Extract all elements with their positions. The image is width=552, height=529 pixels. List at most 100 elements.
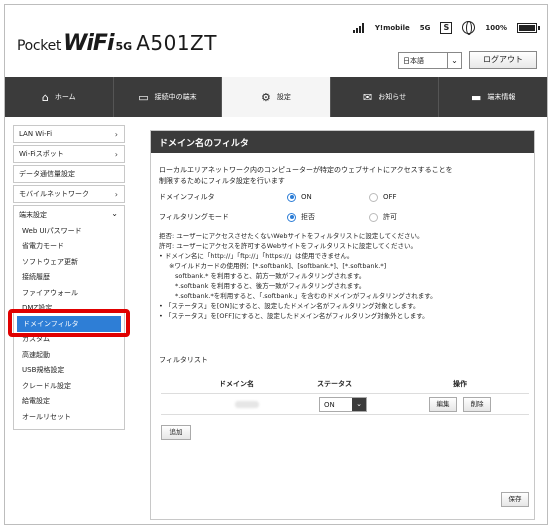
filter-list-label: フィルタリスト	[159, 356, 208, 364]
note-line: *.softbank を利用すると、後方一致がフィルタリングされます。	[175, 282, 366, 290]
battery-level: 100%	[485, 23, 507, 32]
header: Pocket WiFi 5G A501ZT Y!mobile 5G S 100%…	[5, 5, 547, 77]
sidebar-item-label: LAN Wi-Fi	[19, 130, 53, 138]
chevron-down-icon: ⌄	[111, 209, 118, 218]
sidebar-item-label: データ通信量設定	[19, 170, 75, 178]
gear-icon: ⚙	[261, 90, 271, 104]
sidebar-subitem[interactable]: Web UIパスワード	[14, 223, 124, 239]
network-type: 5G	[419, 23, 431, 32]
tab-home-label: ホーム	[54, 93, 76, 101]
note-line: • 「ステータス」を[OFF]にすると、設定したドメイン名がフィルタリング対象外…	[159, 312, 429, 320]
tab-devices[interactable]: ▭ 接続中の端末	[114, 77, 223, 117]
status-value: ON	[324, 400, 335, 409]
brand-5g: 5G	[115, 40, 133, 53]
sidebar-item-data-usage[interactable]: データ通信量設定	[13, 165, 125, 183]
col-domain: ドメイン名	[219, 380, 254, 388]
note-line: softbank.* を利用すると、前方一致がフィルタリングされます。	[175, 272, 366, 280]
domain-filter-on-radio[interactable]: ON	[287, 192, 369, 202]
tab-device-info-label: 端末情報	[487, 93, 516, 101]
radio-selected-icon	[287, 212, 296, 222]
tab-notices-label: お知らせ	[378, 93, 407, 101]
sidebar-subitem[interactable]: 高速起動	[14, 347, 124, 363]
chevron-right-icon: ›	[114, 130, 118, 139]
device-info-icon: ▬	[470, 90, 482, 104]
sidebar-subitem[interactable]: クレードル設定	[14, 378, 124, 394]
model-name: A501ZT	[136, 31, 217, 55]
chevron-down-icon: ⌄	[352, 398, 366, 411]
filter-table-header: ドメイン名 ステータス 操作	[151, 379, 536, 391]
page-title: ドメイン名のフィルタ	[151, 131, 534, 153]
domain-filter-off-radio[interactable]: OFF	[369, 192, 451, 202]
brand-pocket: Pocket	[17, 38, 62, 54]
main-nav: ⌂ ホーム ▭ 接続中の端末 ⚙ 設定 ✉ お知らせ ▬ 端末情報	[5, 77, 547, 117]
tab-notices[interactable]: ✉ お知らせ	[331, 77, 440, 117]
status-select[interactable]: ON ⌄	[319, 397, 367, 412]
sidebar-item-wifi-spot[interactable]: Wi-Fiスポット ›	[13, 145, 125, 163]
sidebar-item-label: モバイルネットワーク	[19, 190, 89, 198]
globe-icon	[462, 21, 476, 35]
mode-deny-radio[interactable]: 拒否	[287, 212, 369, 222]
note-line: • ドメイン名に「http://」「ftp://」「https://」は使用でき…	[159, 252, 354, 260]
description-line: ローカルエリアネットワーク内のコンピューターが特定のウェブサイトにアクセスするこ…	[159, 166, 453, 174]
col-operation: 操作	[453, 380, 467, 388]
language-value: 日本語	[403, 56, 424, 65]
mode-allow-radio[interactable]: 許可	[369, 212, 451, 222]
sidebar-group-header[interactable]: 端末設定 ⌄	[14, 206, 124, 223]
sidebar-subitem[interactable]: USB規格設定	[14, 363, 124, 379]
chevron-right-icon: ›	[114, 150, 118, 159]
radio-label: 許可	[383, 213, 397, 221]
radio-selected-icon	[287, 192, 296, 202]
note-line: 拒否: ユーザーにアクセスさせたくないWebサイトをフィルタリストに設定してくだ…	[159, 232, 424, 240]
tab-devices-label: 接続中の端末	[154, 93, 197, 101]
tab-device-info[interactable]: ▬ 端末情報	[439, 77, 547, 117]
devices-icon: ▭	[138, 90, 149, 104]
radio-unselected-icon	[369, 192, 378, 202]
chevron-right-icon: ›	[114, 190, 118, 199]
note-line: • 「ステータス」を[ON]にすると、設定したドメイン名がフィルタリング対象とし…	[159, 302, 420, 310]
note-line: ※ワイルドカードの使用例：[*.softbank]、[softbank.*]、[…	[169, 262, 387, 270]
home-icon: ⌂	[41, 90, 49, 104]
chevron-down-icon: ⌄	[447, 53, 461, 68]
main-panel: ドメイン名のフィルタ ローカルエリアネットワーク内のコンピューターが特定のウェブ…	[150, 130, 535, 520]
edit-button[interactable]: 編集	[429, 397, 457, 412]
radio-unselected-icon	[369, 212, 378, 222]
app-window: Pocket WiFi 5G A501ZT Y!mobile 5G S 100%…	[4, 4, 548, 525]
sidebar-subitem[interactable]: ファイアウォール	[14, 285, 124, 301]
sidebar-item-mobile-network[interactable]: モバイルネットワーク ›	[13, 185, 125, 203]
carrier-name: Y!mobile	[374, 23, 410, 32]
note-line: 許可: ユーザーにアクセスを許可するWebサイトをフィルタリストに設定してくださ…	[159, 242, 417, 250]
tab-home[interactable]: ⌂ ホーム	[5, 77, 114, 117]
sidebar-item-lan-wifi[interactable]: LAN Wi-Fi ›	[13, 125, 125, 143]
filter-notes: 拒否: ユーザーにアクセスさせたくないWebサイトをフィルタリストに設定してくだ…	[151, 225, 534, 321]
note-line: *.softbank.*を利用すると、「.softbank.」を含むのドメインが…	[175, 292, 437, 300]
status-bar: Y!mobile 5G S 100%	[352, 21, 540, 35]
battery-icon	[517, 22, 540, 33]
sidebar-subitem[interactable]: 接続履歴	[14, 270, 124, 286]
language-select[interactable]: 日本語 ⌄	[398, 52, 462, 69]
description-line: 制限するためにフィルタ設定を行います	[159, 177, 285, 185]
sidebar-subitem[interactable]: オールリセット	[14, 409, 124, 425]
tab-settings-label: 設定	[276, 93, 291, 101]
sidebar: LAN Wi-Fi › Wi-Fiスポット › データ通信量設定 モバイルネット…	[13, 125, 125, 430]
page-description: ローカルエリアネットワーク内のコンピューターが特定のウェブサイトにアクセスするこ…	[151, 153, 534, 187]
sidebar-subitem[interactable]: 省電力モード	[14, 239, 124, 255]
tab-settings[interactable]: ⚙ 設定	[222, 77, 331, 117]
col-status: ステータス	[317, 380, 352, 388]
filtering-mode-row: フィルタリングモード 拒否 許可	[151, 209, 534, 225]
save-button[interactable]: 保存	[501, 492, 529, 507]
sidebar-item-label: Wi-Fiスポット	[19, 150, 64, 158]
radio-label: ON	[301, 193, 312, 201]
mail-icon: ✉	[363, 90, 373, 104]
callout-highlight	[8, 309, 130, 337]
filtering-mode-label: フィルタリングモード	[159, 213, 229, 221]
sidebar-subitem[interactable]: ソフトウェア更新	[14, 254, 124, 270]
sim-icon: S	[440, 21, 453, 34]
delete-button[interactable]: 削除	[463, 397, 491, 412]
sidebar-subitem[interactable]: 給電設定	[14, 394, 124, 410]
logout-button[interactable]: ログアウト	[469, 51, 537, 69]
sidebar-group-label: 端末設定	[19, 210, 47, 219]
radio-label: OFF	[383, 193, 397, 201]
brand-logo: Pocket WiFi 5G A501ZT	[17, 31, 217, 56]
add-button[interactable]: 追加	[161, 425, 191, 440]
domain-filter-label: ドメインフィルタ	[159, 193, 215, 201]
